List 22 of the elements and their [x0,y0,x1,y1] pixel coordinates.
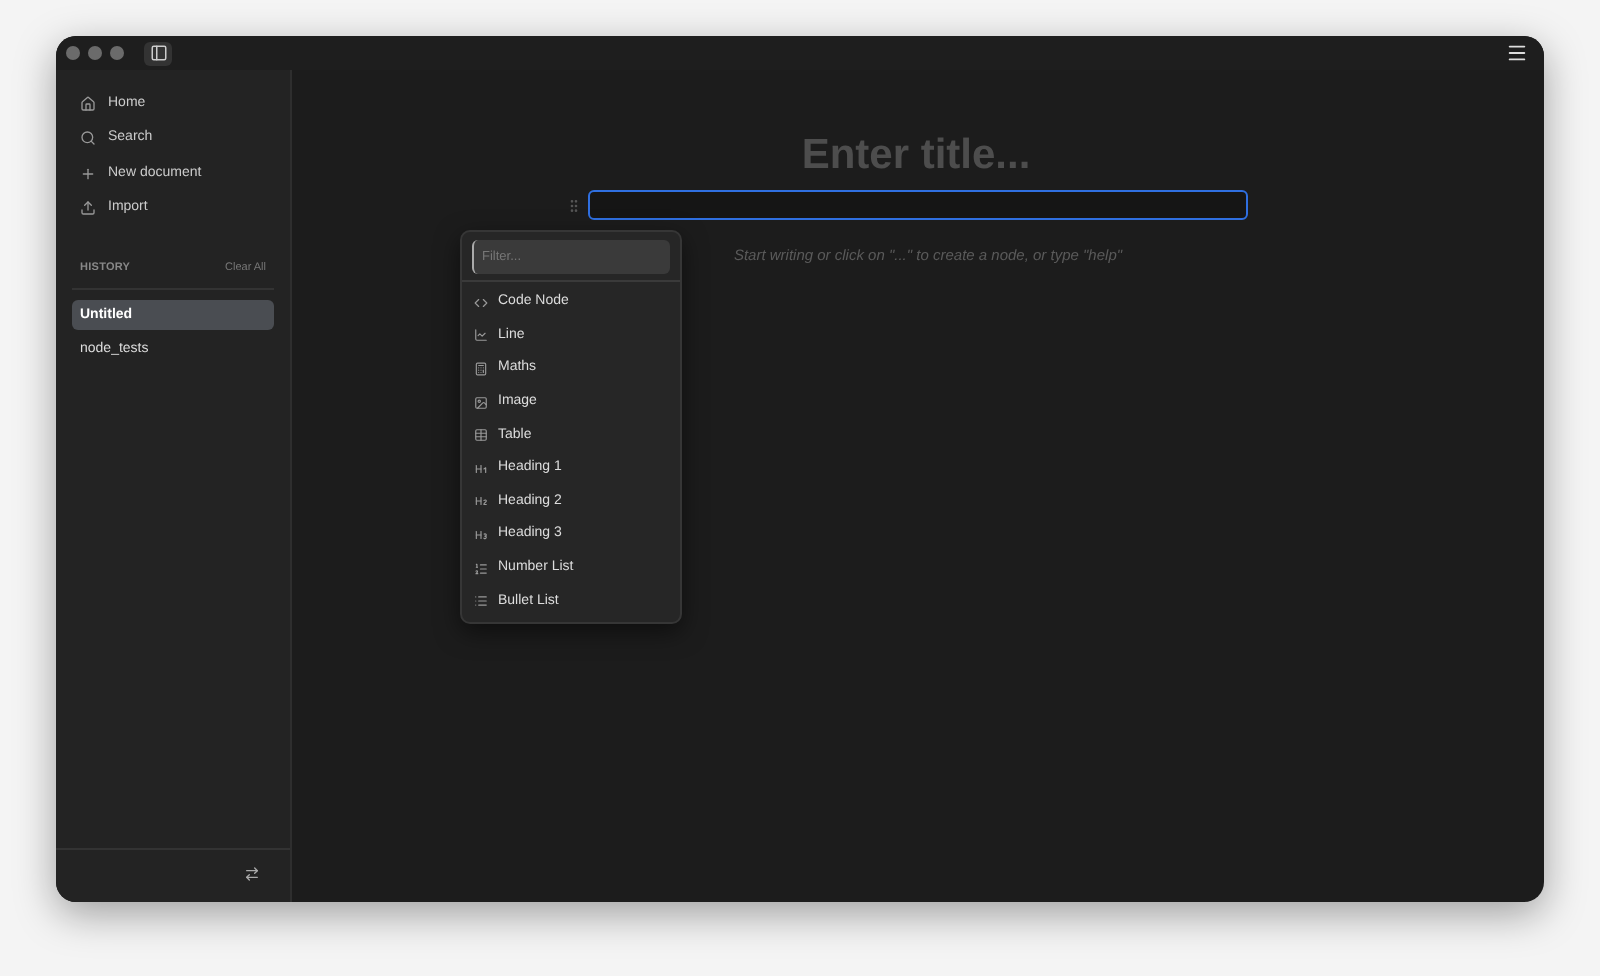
heading-icon [474,494,488,509]
table-icon [474,428,488,443]
sidebar-toggle-button[interactable] [144,41,172,65]
drag-handle-icon[interactable] [565,197,581,213]
menu-icon[interactable] [1506,42,1528,64]
window-close-button[interactable] [66,46,80,60]
home-icon [80,95,96,112]
heading-icon [474,527,488,542]
node-input-field[interactable] [587,190,1247,220]
bullet-list-icon [474,594,488,609]
search-icon [80,130,96,147]
calculator-icon [474,361,488,376]
window-minimize-button[interactable] [88,46,102,60]
line-chart-icon [474,328,488,343]
numbered-list-icon [474,561,488,576]
upload-icon [80,200,96,217]
swap-icon[interactable] [244,866,260,882]
image-icon [474,395,488,410]
window-zoom-button[interactable] [110,46,124,60]
heading-icon [474,461,488,476]
plus-icon [80,165,96,182]
code-icon [474,295,488,310]
